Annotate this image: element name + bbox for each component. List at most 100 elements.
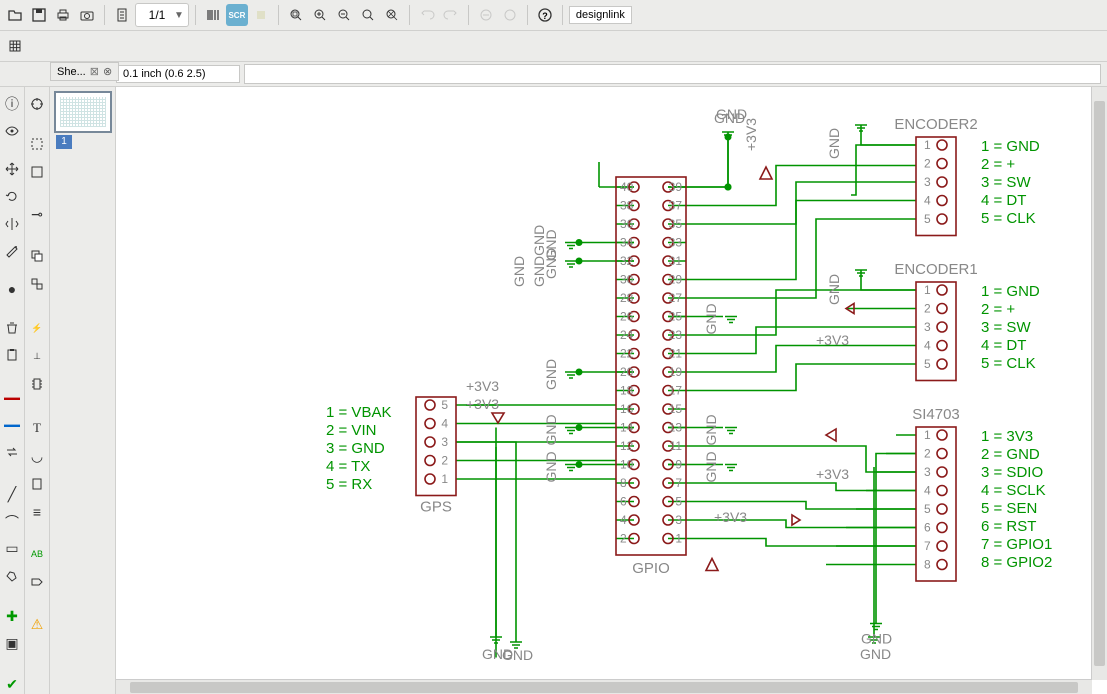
poly-icon[interactable] bbox=[1, 565, 23, 586]
sheet-number: 1 bbox=[56, 135, 72, 149]
barcode-icon[interactable] bbox=[202, 4, 224, 26]
status-row: She... ⊠ ⊗ 0.1 inch (0.6 2.5) bbox=[0, 62, 1107, 87]
svg-text:5 = CLK: 5 = CLK bbox=[981, 210, 1036, 227]
chevron-down-icon[interactable]: ▼ bbox=[174, 10, 184, 21]
svg-text:GND: GND bbox=[826, 274, 842, 305]
print-icon[interactable] bbox=[52, 4, 74, 26]
info-icon[interactable]: ⓘ bbox=[1, 93, 23, 114]
move-icon[interactable] bbox=[1, 159, 23, 180]
svg-text:+3V3: +3V3 bbox=[466, 378, 499, 394]
eye-icon[interactable] bbox=[1, 120, 23, 141]
sheet-solid-icon[interactable] bbox=[26, 161, 48, 183]
svg-text:2: 2 bbox=[441, 454, 448, 468]
rotate-icon[interactable] bbox=[1, 186, 23, 207]
svg-text:34: 34 bbox=[620, 236, 634, 250]
paste-icon[interactable] bbox=[1, 345, 23, 366]
save-icon[interactable] bbox=[28, 4, 50, 26]
svg-text:17: 17 bbox=[669, 384, 683, 398]
designlink-button[interactable]: designlink bbox=[569, 6, 632, 24]
svg-text:GND: GND bbox=[482, 646, 513, 662]
cam-icon[interactable] bbox=[76, 4, 98, 26]
open-icon[interactable] bbox=[4, 4, 26, 26]
swap-icon[interactable] bbox=[1, 442, 23, 463]
cap-icon[interactable]: ⊥ bbox=[26, 345, 48, 367]
sheet-dot-icon[interactable] bbox=[26, 133, 48, 155]
svg-text:1: 1 bbox=[441, 472, 448, 486]
svg-text:GND: GND bbox=[861, 631, 892, 647]
scr-icon[interactable]: SCR bbox=[226, 4, 248, 26]
svg-text:+3V3: +3V3 bbox=[466, 396, 499, 412]
canvas[interactable]: 4039383736353433323130292827262524232221… bbox=[116, 87, 1092, 680]
zoom-in-icon[interactable] bbox=[309, 4, 331, 26]
command-input[interactable] bbox=[244, 64, 1101, 84]
svg-text:19: 19 bbox=[669, 365, 683, 379]
svg-text:20: 20 bbox=[620, 365, 634, 379]
svg-text:7: 7 bbox=[924, 539, 931, 553]
svg-text:1: 1 bbox=[924, 138, 931, 152]
sheet-thumbnail[interactable] bbox=[54, 91, 112, 133]
main-toolbar: ▼ SCR ? designlink bbox=[0, 0, 1107, 31]
svg-text:4: 4 bbox=[924, 194, 931, 208]
vertical-scrollbar[interactable] bbox=[1091, 87, 1107, 680]
help-icon[interactable]: ? bbox=[534, 4, 556, 26]
pin-icon[interactable]: ⊸ bbox=[26, 203, 48, 225]
svg-text:6: 6 bbox=[620, 495, 627, 509]
lines-icon[interactable]: ≡ bbox=[26, 501, 48, 523]
arc-icon[interactable]: ⌒ bbox=[1, 511, 23, 532]
svg-text:5 = RX: 5 = RX bbox=[326, 476, 372, 493]
grid-icon[interactable] bbox=[4, 35, 26, 57]
sheet-tab-pin-icon[interactable]: ⊠ bbox=[90, 65, 99, 78]
page-input[interactable] bbox=[140, 7, 174, 23]
ic-icon[interactable] bbox=[26, 373, 48, 395]
target-icon[interactable] bbox=[26, 93, 48, 115]
svg-text:16: 16 bbox=[620, 402, 634, 416]
zoom-sel-icon[interactable] bbox=[357, 4, 379, 26]
svg-text:6 = RST: 6 = RST bbox=[981, 518, 1036, 535]
svg-text:1 = GND: 1 = GND bbox=[981, 283, 1040, 300]
svg-text:26: 26 bbox=[620, 310, 634, 324]
svg-text:35: 35 bbox=[669, 217, 683, 231]
svg-text:4: 4 bbox=[924, 484, 931, 498]
svg-text:29: 29 bbox=[669, 273, 683, 287]
layer1-icon[interactable]: ▬▬ bbox=[1, 387, 23, 408]
svg-text:5: 5 bbox=[924, 357, 931, 371]
arc2-icon[interactable]: ◡ bbox=[26, 445, 48, 467]
check-icon[interactable]: ✔ bbox=[1, 674, 23, 694]
settings-icon[interactable] bbox=[1, 240, 23, 261]
zoom-ext-icon[interactable] bbox=[381, 4, 403, 26]
sheet-icon[interactable] bbox=[111, 4, 133, 26]
mirror-icon[interactable] bbox=[1, 213, 23, 234]
sheet-tab[interactable]: She... ⊠ ⊗ bbox=[50, 62, 119, 81]
rect-icon[interactable]: ▭ bbox=[1, 538, 23, 559]
trash-icon[interactable] bbox=[1, 318, 23, 339]
svg-text:GND: GND bbox=[543, 451, 559, 482]
copy-icon[interactable] bbox=[26, 245, 48, 267]
schematic-svg: 4039383736353433323130292827262524232221… bbox=[116, 87, 1091, 680]
sheet-tab-close-icon[interactable]: ⊗ bbox=[103, 65, 112, 78]
horizontal-scrollbar[interactable] bbox=[116, 679, 1092, 694]
dot-icon[interactable]: ● bbox=[1, 279, 23, 300]
svg-text:5: 5 bbox=[924, 212, 931, 226]
tag-icon[interactable] bbox=[26, 571, 48, 593]
zoom-fit-icon[interactable] bbox=[285, 4, 307, 26]
svg-text:8: 8 bbox=[924, 558, 931, 572]
page-icon[interactable] bbox=[26, 473, 48, 495]
toolbar-2 bbox=[0, 31, 1107, 62]
text-icon[interactable]: T bbox=[26, 417, 48, 439]
group-icon[interactable] bbox=[26, 273, 48, 295]
designlink-label: designlink bbox=[576, 9, 625, 21]
layer2-icon[interactable]: ▬▬ bbox=[1, 414, 23, 435]
zoom-out-icon[interactable] bbox=[333, 4, 355, 26]
warn-icon[interactable]: ⚠ bbox=[26, 613, 48, 635]
svg-text:2 = +: 2 = + bbox=[981, 156, 1015, 173]
svg-text:2 = +: 2 = + bbox=[981, 301, 1015, 318]
svg-text:1 = GND: 1 = GND bbox=[981, 138, 1040, 155]
plus-icon[interactable]: ✚ bbox=[1, 606, 23, 627]
label-icon[interactable]: AB bbox=[26, 543, 48, 565]
svg-text:SI4703: SI4703 bbox=[912, 406, 960, 423]
resistor-icon[interactable]: ⚡ bbox=[26, 317, 48, 339]
svg-text:2: 2 bbox=[924, 157, 931, 171]
page-selector[interactable]: ▼ bbox=[135, 3, 189, 27]
box-icon[interactable]: ▣ bbox=[1, 633, 23, 654]
line-icon[interactable]: ╱ bbox=[1, 484, 23, 505]
